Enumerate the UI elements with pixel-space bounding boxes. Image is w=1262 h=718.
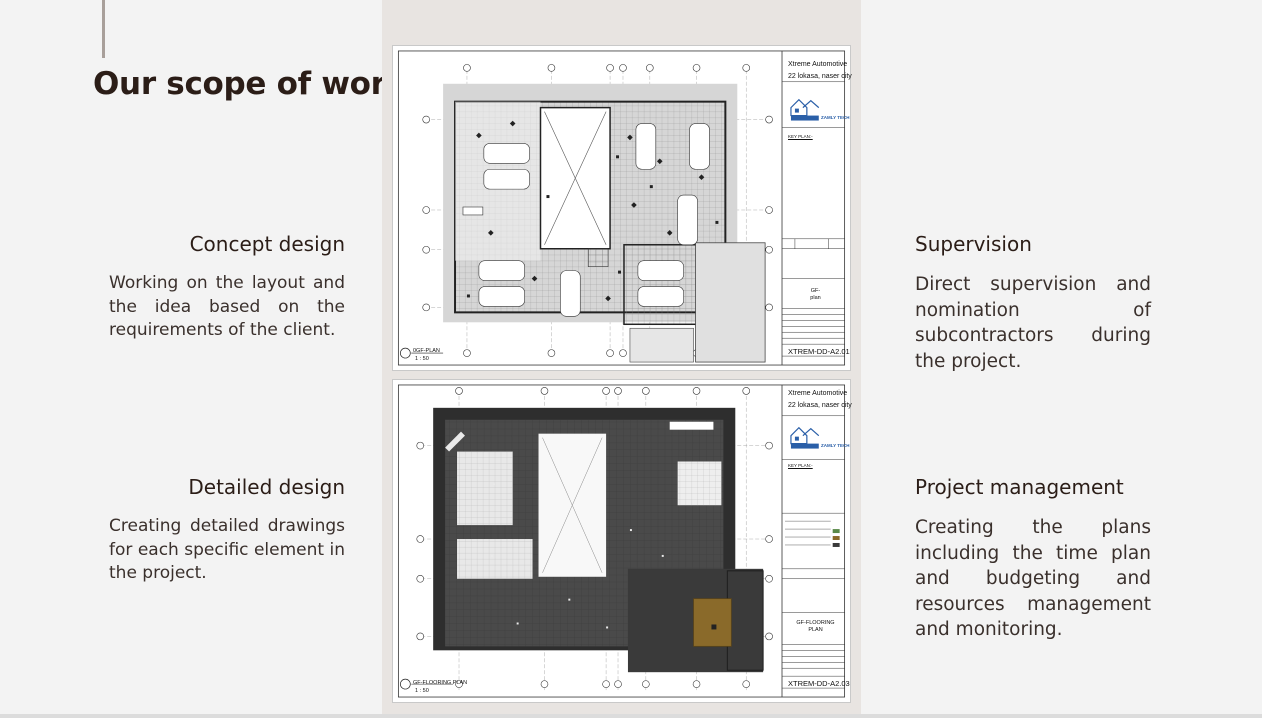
supervision-text: Direct supervision and nomination of sub…: [915, 274, 1151, 372]
view-scale: 1 : 50: [415, 356, 429, 362]
tb-drawing-code: XTREM-DD-A2.03: [788, 679, 850, 688]
tb-sheet-name-1: GF-FLOORING: [796, 620, 835, 626]
tb-project-name: Xtreme Automotive: [788, 61, 848, 68]
page-title: Our scope of work: [93, 66, 406, 102]
view-label: 0GF-PLAN: [413, 348, 440, 354]
gf-flooring-plan-svg: [397, 384, 846, 698]
bottom-rule: [0, 714, 1262, 718]
tb-key-plan: KEY PLAN:-: [788, 134, 813, 139]
tb-address: 22 lokasa, naser city: [788, 73, 852, 80]
house-logo-icon: [790, 98, 820, 121]
tb-project-name: Xtreme Automotive: [788, 390, 848, 397]
house-logo-icon: [790, 426, 820, 449]
tb-sheet-name-1: GF-: [810, 288, 821, 294]
project-management-text: Creating the plans including the time pl…: [915, 517, 1151, 640]
tb-logo-text: ZAMLY TECH: [821, 115, 850, 120]
supervision-heading: Supervision: [915, 232, 1032, 256]
view-label: GF-FLOORING PLAN: [413, 680, 468, 686]
tb-logo-text: ZAMLY TECH: [821, 443, 850, 448]
tb-sheet-name-2: PLAN: [808, 627, 823, 633]
concept-design-heading: Concept design: [189, 232, 345, 256]
tb-drawing-code: XTREM-DD-A2.01: [788, 347, 850, 356]
accent-line: [102, 0, 105, 58]
project-management-heading: Project management: [915, 475, 1124, 499]
detailed-design-text: Creating detailed drawings for each spec…: [109, 516, 345, 583]
detailed-design-heading: Detailed design: [188, 475, 345, 499]
concept-design-text: Working on the layout and the idea based…: [109, 273, 345, 340]
tb-sheet-name-2: plan: [810, 295, 821, 301]
gf-plan-svg: [397, 50, 846, 366]
gf-flooring-plan-drawing: Xtreme Automotive 22 lokasa, naser city …: [392, 379, 852, 703]
view-scale: 1 : 50: [415, 688, 429, 694]
tb-address: 22 lokasa, naser city: [788, 402, 852, 409]
gf-plan-drawing: Xtreme Automotive 22 lokasa, naser city …: [392, 45, 852, 371]
tb-key-plan: KEY PLAN:-: [788, 463, 813, 468]
